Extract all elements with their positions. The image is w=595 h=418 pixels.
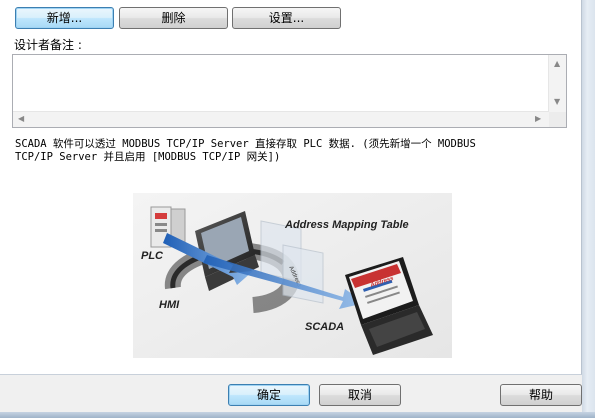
designer-notes-textarea[interactable]: ▲ ▼ ◀ ▶	[12, 54, 567, 128]
designer-notes-label: 设计者备注 :	[14, 38, 82, 52]
description-line-2: TCP/IP Server 并且启用 [MODBUS TCP/IP 网关])	[15, 151, 281, 163]
delete-button[interactable]: 删除	[119, 7, 228, 29]
window-bottom-border	[0, 412, 595, 418]
scroll-up-arrow-icon[interactable]: ▲	[554, 59, 560, 69]
scroll-left-arrow-icon[interactable]: ◀	[18, 114, 24, 124]
window-right-border	[582, 0, 595, 418]
gateway-description: SCADA 软件可以透过 MODBUS TCP/IP Server 直接存取 P…	[15, 138, 575, 164]
hmi-label: HMI	[159, 299, 180, 311]
description-line-1: SCADA 软件可以透过 MODBUS TCP/IP Server 直接存取 P…	[15, 138, 476, 150]
scroll-down-arrow-icon[interactable]: ▼	[554, 97, 560, 107]
scroll-right-arrow-icon[interactable]: ▶	[535, 114, 541, 124]
notes-vertical-scrollbar[interactable]: ▲ ▼	[548, 55, 566, 112]
help-button[interactable]: 帮助	[500, 384, 582, 406]
cancel-button[interactable]: 取消	[319, 384, 401, 406]
notes-horizontal-scrollbar[interactable]: ◀ ▶	[13, 111, 549, 127]
address-mapping-title: Address Mapping Table	[284, 219, 409, 231]
plc-label: PLC	[141, 250, 164, 262]
settings-button[interactable]: 设置...	[232, 7, 341, 29]
mapping-panel-2	[282, 244, 324, 304]
scrollbar-corner	[549, 112, 566, 127]
scada-label: SCADA	[305, 321, 344, 333]
ok-button[interactable]: 确定	[228, 384, 310, 406]
modbus-gateway-illustration: PLC HMI Address Address Mapping Table Ad…	[133, 193, 452, 358]
add-button[interactable]: 新增...	[15, 7, 114, 29]
dialog-panel: 新增... 删除 设置... 设计者备注 : ▲ ▼ ◀ ▶ SCADA 软件可…	[0, 0, 582, 375]
